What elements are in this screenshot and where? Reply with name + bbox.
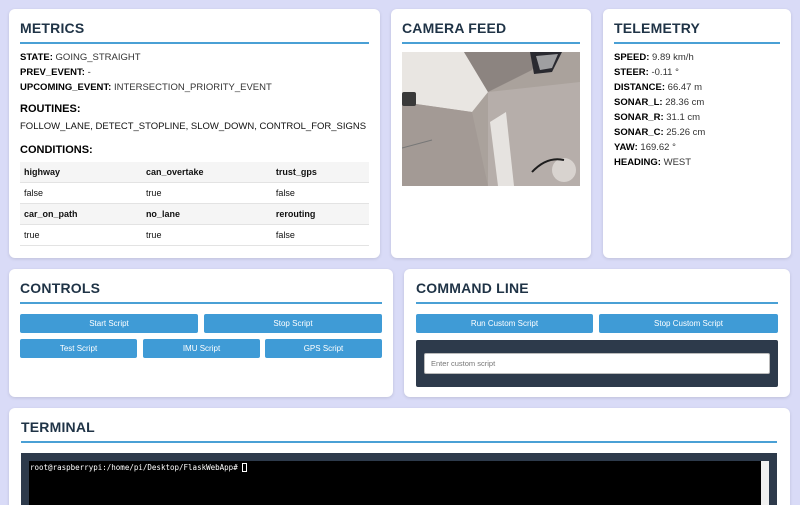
upcoming-event-value: INTERSECTION_PRIORITY_EVENT — [113, 82, 272, 93]
command-line-title: COMMAND LINE — [416, 280, 778, 304]
condition-key: can_overtake — [141, 162, 272, 183]
terminal-title: TERMINAL — [21, 419, 777, 443]
telemetry-value: WEST — [663, 157, 692, 168]
conditions-table: highway can_overtake trust_gps false tru… — [20, 162, 369, 246]
controls-title: CONTROLS — [20, 280, 382, 304]
terminal-cursor — [241, 463, 247, 472]
condition-key: rerouting — [271, 203, 369, 225]
telemetry-value: 169.62 ° — [640, 142, 676, 153]
stop-script-button[interactable]: Stop Script — [204, 314, 382, 333]
camera-frame-graphic — [402, 52, 580, 186]
table-row: highway can_overtake trust_gps — [20, 162, 369, 183]
telemetry-item: YAW: 169.62 ° — [614, 142, 780, 153]
telemetry-item: STEER: -0.11 ° — [614, 67, 780, 78]
routines-value: FOLLOW_LANE, DETECT_STOPLINE, SLOW_DOWN,… — [20, 121, 367, 132]
test-script-button[interactable]: Test Script — [20, 339, 137, 358]
metrics-title: METRICS — [20, 20, 369, 44]
terminal-screen[interactable]: root@raspberrypi:/home/pi/Desktop/FlaskW… — [29, 461, 769, 505]
stop-custom-script-button[interactable]: Stop Custom Script — [599, 314, 778, 333]
upcoming-event-label: UPCOMING_EVENT: — [20, 82, 112, 93]
table-row: false true false — [20, 182, 369, 204]
metrics-panel: METRICS STATE: GOING_STRAIGHT PREV_EVENT… — [9, 9, 380, 258]
state-label: STATE: — [20, 52, 53, 63]
condition-key: no_lane — [141, 203, 272, 225]
start-script-button[interactable]: Start Script — [20, 314, 198, 333]
terminal-panel: TERMINAL root@raspberrypi:/home/pi/Deskt… — [9, 408, 790, 505]
routines-title: ROUTINES: — [20, 103, 81, 115]
telemetry-label: SONAR_C: — [614, 127, 664, 138]
prev-event-row: PREV_EVENT: - — [20, 67, 369, 78]
terminal-scrollbar[interactable] — [761, 461, 769, 505]
telemetry-item: DISTANCE: 66.47 m — [614, 82, 780, 93]
telemetry-label: DISTANCE: — [614, 82, 666, 93]
table-row: car_on_path no_lane rerouting — [20, 203, 369, 225]
condition-key: trust_gps — [271, 162, 369, 183]
telemetry-label: SONAR_R: — [614, 112, 664, 123]
telemetry-label: SONAR_L: — [614, 97, 663, 108]
telemetry-label: HEADING: — [614, 157, 661, 168]
controls-panel: CONTROLS Start Script Stop Script Test S… — [9, 269, 393, 397]
telemetry-value: 66.47 m — [667, 82, 702, 93]
condition-key: highway — [20, 162, 142, 183]
state-value: GOING_STRAIGHT — [55, 52, 141, 63]
camera-panel: CAMERA FEED — [391, 9, 591, 258]
condition-value: true — [20, 224, 142, 246]
telemetry-value: 9.89 km/h — [652, 52, 694, 63]
conditions-title: CONDITIONS: — [20, 144, 93, 156]
custom-script-container — [416, 340, 778, 387]
telemetry-item: SONAR_C: 25.26 cm — [614, 127, 780, 138]
prev-event-label: PREV_EVENT: — [20, 67, 85, 78]
custom-script-input[interactable] — [424, 353, 770, 374]
telemetry-value: 28.36 cm — [665, 97, 705, 108]
telemetry-item: HEADING: WEST — [614, 157, 780, 168]
condition-key: car_on_path — [20, 203, 142, 225]
telemetry-value: -0.11 ° — [651, 67, 679, 78]
telemetry-value: 31.1 cm — [666, 112, 701, 123]
condition-value: true — [141, 182, 272, 204]
telemetry-item: SONAR_L: 28.36 cm — [614, 97, 780, 108]
condition-value: true — [141, 224, 272, 246]
telemetry-label: YAW: — [614, 142, 638, 153]
telemetry-item: SPEED: 9.89 km/h — [614, 52, 780, 63]
telemetry-label: SPEED: — [614, 52, 650, 63]
imu-script-button[interactable]: IMU Script — [143, 339, 260, 358]
camera-image — [402, 52, 580, 186]
prev-event-value: - — [87, 67, 91, 78]
gps-script-button[interactable]: GPS Script — [265, 339, 382, 358]
run-custom-script-button[interactable]: Run Custom Script — [416, 314, 593, 333]
state-row: STATE: GOING_STRAIGHT — [20, 52, 369, 63]
telemetry-label: STEER: — [614, 67, 649, 78]
condition-value: false — [271, 224, 369, 246]
upcoming-event-row: UPCOMING_EVENT: INTERSECTION_PRIORITY_EV… — [20, 82, 369, 93]
terminal-frame: root@raspberrypi:/home/pi/Desktop/FlaskW… — [21, 453, 777, 505]
telemetry-value: 25.26 cm — [666, 127, 706, 138]
terminal-prompt: root@raspberrypi:/home/pi/Desktop/FlaskW… — [30, 463, 238, 472]
condition-value: false — [20, 182, 142, 204]
camera-title: CAMERA FEED — [402, 20, 580, 44]
telemetry-item: SONAR_R: 31.1 cm — [614, 112, 780, 123]
table-row: true true false — [20, 224, 369, 246]
telemetry-panel: TELEMETRY SPEED: 9.89 km/h STEER: -0.11 … — [603, 9, 791, 258]
telemetry-title: TELEMETRY — [614, 20, 780, 44]
command-line-panel: COMMAND LINE Run Custom Script Stop Cust… — [404, 269, 790, 397]
condition-value: false — [271, 182, 369, 204]
